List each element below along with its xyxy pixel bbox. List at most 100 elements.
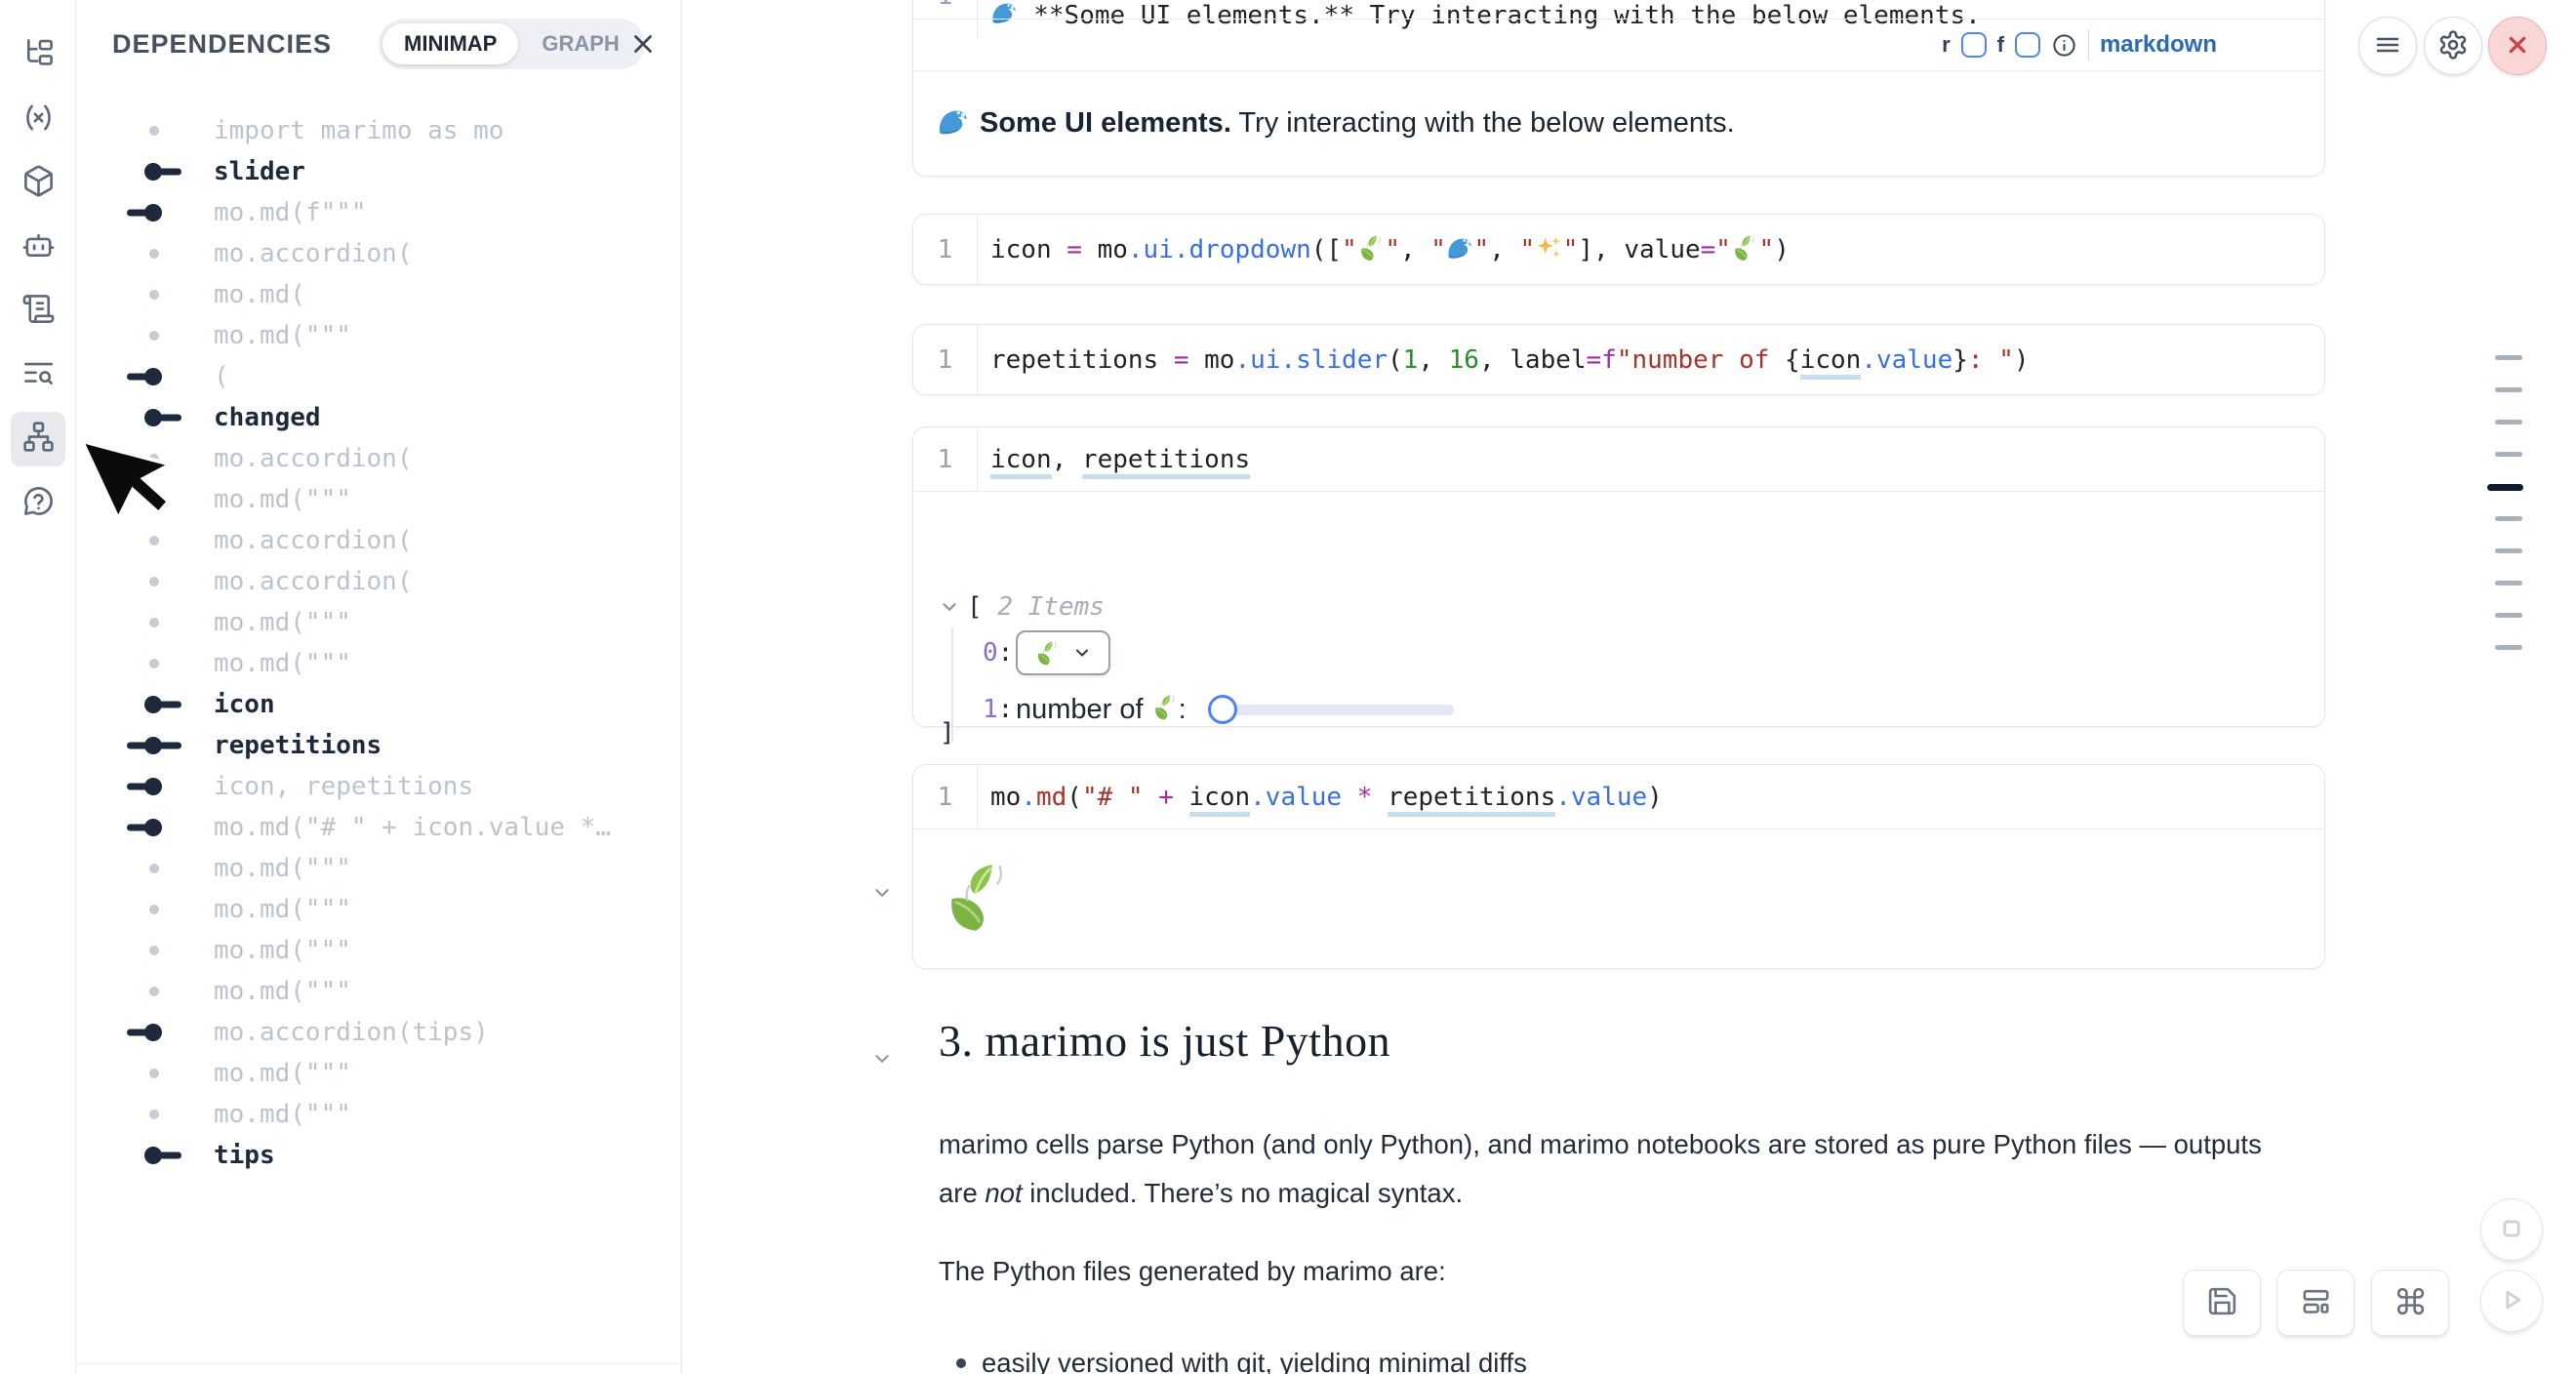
- tab-minimap[interactable]: MINIMAP: [382, 23, 518, 64]
- cell-node-icon: [144, 819, 162, 836]
- cell-dropdown-code[interactable]: 1 icon = mo.ui.dropdown(["", "", ""], va…: [912, 214, 2325, 285]
- minimap-row-label: slider: [214, 157, 305, 186]
- code-line[interactable]: repetitions = mo.ui.slider(1, 16, label=…: [977, 325, 2324, 394]
- minimap-row[interactable]: mo.md(: [76, 274, 681, 315]
- bullet-dot: [956, 1358, 966, 1368]
- cell-node-icon: [144, 778, 162, 795]
- minimap-row[interactable]: mo.accordion(: [76, 561, 681, 602]
- info-icon[interactable]: [2051, 32, 2077, 59]
- slider-label: number of :: [1016, 694, 1194, 726]
- rail-item-documentation[interactable]: [11, 284, 65, 339]
- minimap-row[interactable]: mo.md("# " + icon.value *…: [76, 807, 681, 848]
- cell-slider-code[interactable]: 1 repetitions = mo.ui.slider(1, 16, labe…: [912, 324, 2325, 395]
- minimap-row[interactable]: (: [76, 356, 681, 397]
- rail-item-ai-assistant[interactable]: [11, 221, 65, 275]
- minimap-row[interactable]: icon: [76, 684, 681, 725]
- icon-dropdown-select[interactable]: [1016, 630, 1110, 675]
- reactive-ref-label: r: [1942, 32, 1951, 58]
- minimap-row[interactable]: mo.accordion(tips): [76, 1012, 681, 1053]
- f-checkbox[interactable]: [2015, 32, 2040, 58]
- close-panel-button[interactable]: [624, 25, 663, 64]
- minimap-row[interactable]: mo.md(""": [76, 1094, 681, 1135]
- r-checkbox[interactable]: [1961, 32, 1987, 58]
- code-line[interactable]: icon = mo.ui.dropdown(["", "", ""], valu…: [977, 215, 2324, 284]
- cell-indicator-dash[interactable]: [2495, 581, 2522, 586]
- documentation-icon: [21, 292, 56, 331]
- section-collapse-icon[interactable]: [871, 1048, 893, 1072]
- cell-node-icon: [149, 1069, 159, 1078]
- cell-node-icon: [149, 618, 159, 627]
- minimap-row[interactable]: mo.md(""": [76, 315, 681, 356]
- minimap-row[interactable]: mo.md(""": [76, 602, 681, 643]
- leaf-emoji: [1731, 234, 1759, 265]
- stop-button[interactable]: [2480, 1198, 2543, 1261]
- tree-collapse-icon[interactable]: [939, 595, 960, 625]
- cell-intro-markdown[interactable]: 1 **Some UI elements.** Try interacting …: [912, 0, 2325, 177]
- cell-indicator-dash[interactable]: [2495, 355, 2522, 360]
- cell-indicator-dash[interactable]: [2495, 645, 2522, 650]
- language-label[interactable]: markdown: [2100, 31, 2217, 59]
- code-line[interactable]: icon, repetitions: [977, 427, 2324, 491]
- minimap-row[interactable]: slider: [76, 151, 681, 192]
- minimap-row[interactable]: mo.accordion(: [76, 520, 681, 561]
- layout-button[interactable]: [2276, 1270, 2355, 1336]
- minimap-row[interactable]: mo.accordion(: [76, 233, 681, 274]
- minimap-row[interactable]: tips: [76, 1135, 681, 1176]
- code-editor[interactable]: 1 icon, repetitions: [913, 427, 2324, 492]
- play-icon: [2495, 1283, 2528, 1319]
- minimap-row[interactable]: mo.md(f""": [76, 192, 681, 233]
- rail-item-file-explorer[interactable]: [11, 28, 65, 83]
- minimap-row[interactable]: import marimo as mo: [76, 110, 681, 151]
- minimap-row[interactable]: mo.md(""": [76, 889, 681, 930]
- minimap-row[interactable]: mo.md(""": [76, 643, 681, 684]
- rail-item-help[interactable]: [11, 476, 65, 531]
- save-button[interactable]: [2183, 1270, 2261, 1336]
- snippets-icon: [21, 356, 56, 395]
- code-editor[interactable]: 1 icon = mo.ui.dropdown(["", "", ""], va…: [913, 215, 2324, 284]
- minimap-row[interactable]: mo.md(""": [76, 930, 681, 971]
- cell-indicator-dash[interactable]: [2495, 452, 2522, 457]
- minimap-row-label: mo.md(""": [214, 1100, 351, 1129]
- minimap-row[interactable]: mo.md(""": [76, 848, 681, 889]
- gear-icon: [2437, 29, 2469, 63]
- cell-tuple[interactable]: 1 icon, repetitions [ 2 Items 0: 1: numb…: [912, 426, 2325, 727]
- line-number: 1: [913, 0, 977, 11]
- minimap-row[interactable]: icon, repetitions: [76, 766, 681, 807]
- close-icon: [628, 47, 658, 61]
- settings-button[interactable]: [2424, 17, 2482, 75]
- save-icon: [2206, 1285, 2238, 1320]
- minimap-row-label: mo.md(""": [214, 936, 351, 965]
- minimap-row[interactable]: mo.md(""": [76, 1053, 681, 1094]
- cell-indicator-dash[interactable]: [2495, 387, 2522, 392]
- cell-indicator-dash[interactable]: [2495, 548, 2522, 553]
- cell-indicator-dash[interactable]: [2495, 420, 2522, 424]
- notebook-menu-button[interactable]: [2358, 17, 2417, 75]
- run-button[interactable]: [2480, 1270, 2543, 1332]
- cell-indicator-dash-active[interactable]: [2487, 484, 2523, 491]
- panel-bottom-divider: [76, 1363, 681, 1364]
- command-palette-button[interactable]: [2371, 1270, 2449, 1336]
- output-collapse-icon[interactable]: [871, 882, 893, 907]
- code-editor[interactable]: 1 **Some UI elements.** Try interacting …: [913, 0, 2324, 19]
- code-editor[interactable]: 1 mo.md("# " + icon.value * repetitions.…: [913, 765, 2324, 829]
- minimap-row[interactable]: repetitions: [76, 725, 681, 766]
- slider-track[interactable]: [1212, 705, 1454, 715]
- help-icon: [21, 484, 56, 523]
- code-line[interactable]: mo.md("# " + icon.value * repetitions.va…: [977, 765, 2324, 828]
- cell-md-concat[interactable]: 1 mo.md("# " + icon.value * repetitions.…: [912, 764, 2325, 969]
- rail-item-snippets[interactable]: [11, 348, 65, 403]
- rail-item-variables[interactable]: [11, 93, 65, 147]
- cell-node-icon: [149, 1110, 159, 1119]
- code-editor[interactable]: 1 repetitions = mo.ui.slider(1, 16, labe…: [913, 325, 2324, 394]
- cell-indicator-dash[interactable]: [2495, 516, 2522, 521]
- minimap-row[interactable]: mo.md(""": [76, 971, 681, 1012]
- rail-item-packages[interactable]: [11, 156, 65, 211]
- view-toggle: MINIMAP GRAPH: [379, 19, 645, 69]
- slider-thumb[interactable]: [1208, 695, 1237, 724]
- rail-item-dependencies[interactable]: [11, 412, 65, 466]
- minimap-row-label: mo.accordion(tips): [214, 1018, 489, 1047]
- markdown-toolbar-band: r f markdown: [913, 19, 2324, 71]
- cell-indicator-dash[interactable]: [2495, 613, 2522, 618]
- minimap-list: import marimo as moslidermo.md(f"""mo.ac…: [76, 110, 681, 1176]
- shutdown-button[interactable]: [2488, 17, 2547, 75]
